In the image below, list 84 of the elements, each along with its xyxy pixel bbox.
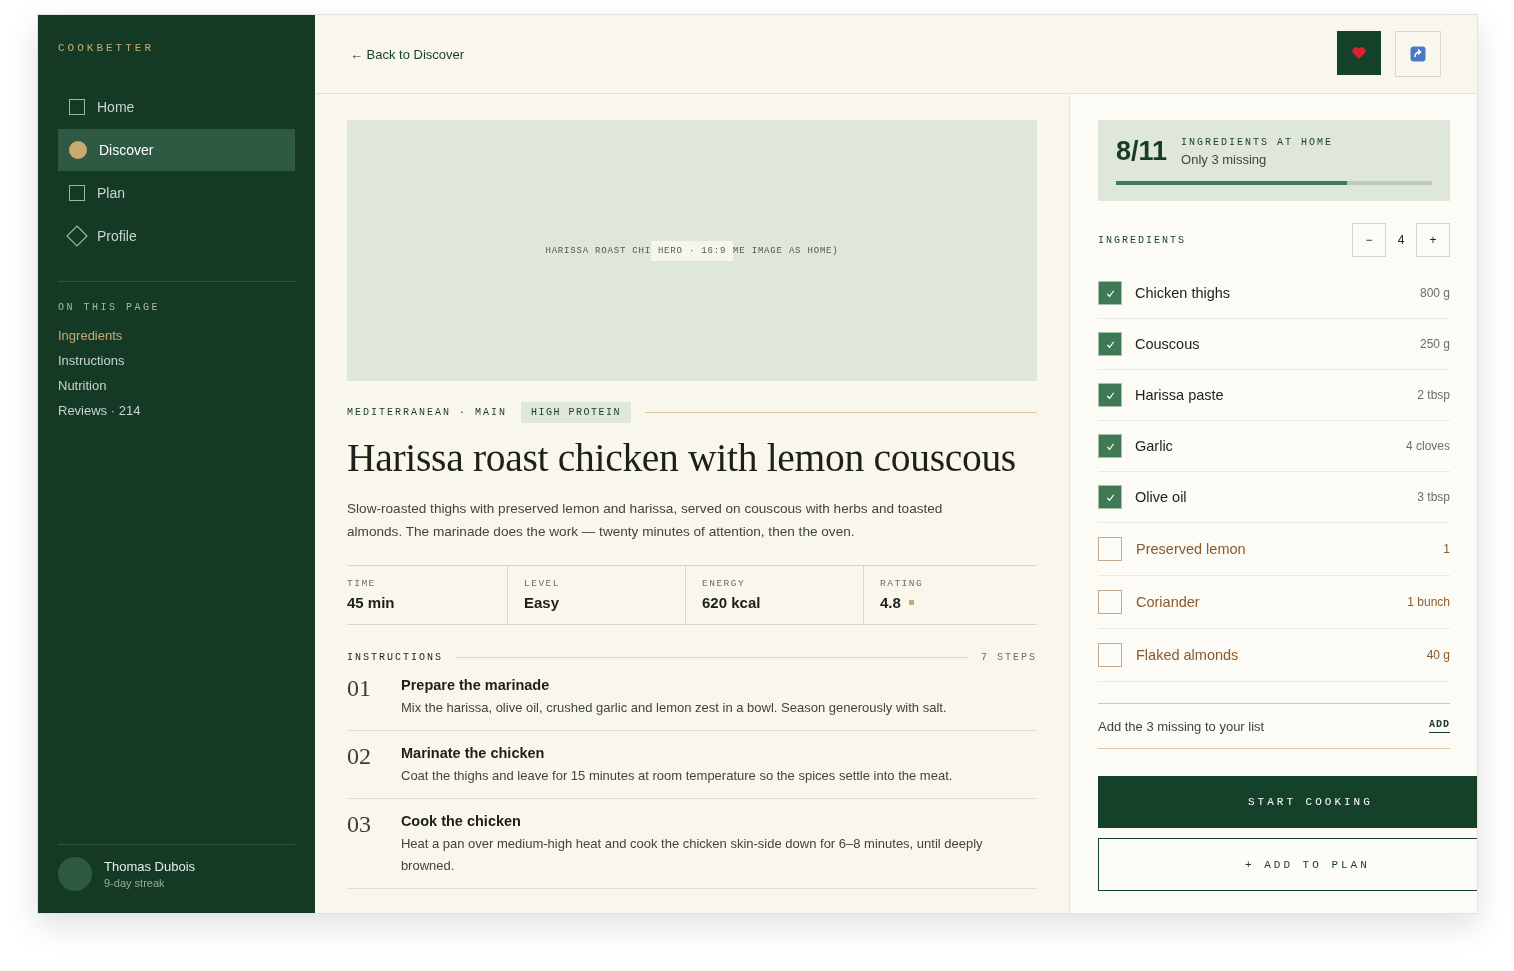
section-title: INSTRUCTIONS — [347, 652, 443, 663]
step-text: Mix the harissa, olive oil, crushed garlic and lemon zest in a bowl. Season generously with salt. — [401, 699, 947, 717]
stat-value: Easy — [524, 594, 560, 611]
ingredient-amount: 1 bunch — [1407, 595, 1450, 609]
checkbox[interactable] — [1098, 332, 1122, 356]
servings-count: 4 — [1396, 233, 1406, 247]
brand-logo[interactable]: COOKBETTER — [58, 42, 295, 54]
pantry-label: INGREDIENTS AT HOME — [1181, 136, 1334, 148]
step-number: 03 — [347, 811, 372, 839]
checkbox[interactable] — [1098, 643, 1122, 667]
hero-caption: ME IMAGE AS HOME) — [733, 245, 839, 256]
avatar — [58, 857, 92, 891]
square-icon — [69, 99, 85, 115]
stat-value: 620 kcal — [702, 594, 761, 611]
step-text: Heat a pan over medium-high heat and cook the chicken skin-side down for 6–8 minutes, until deeply browned. — [400, 835, 984, 875]
stat-value: 45 min — [347, 594, 395, 611]
checkbox[interactable] — [1098, 281, 1122, 305]
share-button[interactable] — [1395, 31, 1441, 77]
ingredient-amount: 1 — [1443, 542, 1450, 556]
ingredient-name: Olive oil — [1135, 489, 1188, 505]
recipe-description: Slow-roasted thighs with preserved lemon and harissa, served on couscous with herbs and toasted almonds. The marinade does the work — twenty minutes of attention, then the oven. — [347, 500, 944, 541]
checkbox[interactable] — [1098, 537, 1122, 561]
checkbox[interactable] — [1098, 485, 1122, 509]
add-to-plan-button[interactable]: + ADD TO PLAN — [1098, 838, 1477, 891]
user-name: Thomas Dubois — [104, 859, 196, 874]
stat-value: 4.8 — [880, 594, 901, 611]
favorite-button[interactable] — [1337, 31, 1381, 75]
rating-icon — [908, 600, 914, 605]
ingredient-amount: 800 g — [1419, 286, 1450, 300]
ingredient-name: Coriander — [1136, 594, 1201, 610]
ingredient-amount: 2 tbsp — [1417, 388, 1450, 402]
square-icon — [69, 185, 85, 201]
heart-icon — [1351, 45, 1367, 61]
circle-icon — [69, 141, 87, 159]
pantry-count: 8/11 — [1116, 136, 1168, 167]
step-title: Cook the chicken — [400, 813, 522, 829]
ingredient-amount: 40 g — [1426, 648, 1450, 662]
ingredient-name: Preserved lemon — [1136, 541, 1247, 557]
ingredient-name: Couscous — [1135, 336, 1201, 352]
step-count: 7 STEPS — [981, 652, 1037, 663]
step-number: 01 — [347, 675, 372, 703]
nav-item[interactable]: Profile — [58, 215, 295, 257]
step-text: Coat the thighs and leave for 15 minutes at room temperature so the spices settle into the meat. — [401, 767, 953, 785]
decrease-button[interactable]: − — [1352, 223, 1386, 257]
ingredient-amount: 4 cloves — [1405, 439, 1450, 453]
ingredient-name: Harissa paste — [1135, 387, 1225, 403]
tag: HIGH PROTEIN — [521, 402, 632, 423]
ingredient-amount: 250 g — [1419, 337, 1450, 351]
stat-label: ENERGY — [702, 578, 747, 589]
ingredient-name: Chicken thighs — [1135, 285, 1232, 301]
step-title: Marinate the chicken — [401, 745, 546, 761]
step-number: 02 — [347, 743, 372, 771]
page-link[interactable]: Reviews · 214 — [58, 398, 295, 423]
back-link[interactable]: ← Back to Discover — [350, 46, 465, 62]
share-icon — [1410, 46, 1426, 62]
page-link[interactable]: Nutrition — [58, 373, 295, 398]
hero-caption: HARISSA ROAST CHI — [545, 245, 651, 256]
pantry-note: Only 3 missing — [1181, 151, 1268, 167]
category-label: MEDITERRANEAN · MAIN — [347, 407, 508, 418]
nav-item[interactable]: Home — [58, 86, 295, 128]
diamond-icon — [66, 225, 88, 247]
shopping-prompt: Add the 3 missing to your list — [1098, 718, 1265, 734]
stat-label: LEVEL — [524, 578, 561, 589]
add-link[interactable]: ADD — [1429, 719, 1450, 733]
page-link[interactable]: Ingredients — [58, 323, 295, 348]
hero-badge: HERO · 16:9 — [650, 240, 734, 261]
section-title: ON THIS PAGE — [58, 302, 161, 313]
step-title: Prepare the marinade — [401, 677, 551, 693]
nav-item[interactable]: Plan — [58, 172, 295, 214]
start-cooking-button[interactable]: START COOKING — [1098, 776, 1477, 828]
increase-button[interactable]: + — [1416, 223, 1450, 257]
ingredient-name: Flaked almonds — [1136, 647, 1240, 663]
page-link[interactable]: Instructions — [58, 348, 295, 373]
checkbox[interactable] — [1098, 434, 1122, 458]
stat-label: TIME — [347, 578, 377, 589]
stat-label: RATING — [880, 578, 925, 589]
ingredient-amount: 3 tbsp — [1417, 490, 1450, 504]
section-title: INGREDIENTS — [1098, 234, 1186, 246]
nav-item[interactable]: Discover — [58, 129, 295, 171]
checkbox[interactable] — [1098, 590, 1122, 614]
user-status: 9-day streak — [104, 877, 166, 889]
checkbox[interactable] — [1098, 383, 1122, 407]
ingredient-name: Garlic — [1135, 438, 1174, 454]
recipe-title: Harissa roast chicken with lemon couscous — [347, 435, 1017, 481]
